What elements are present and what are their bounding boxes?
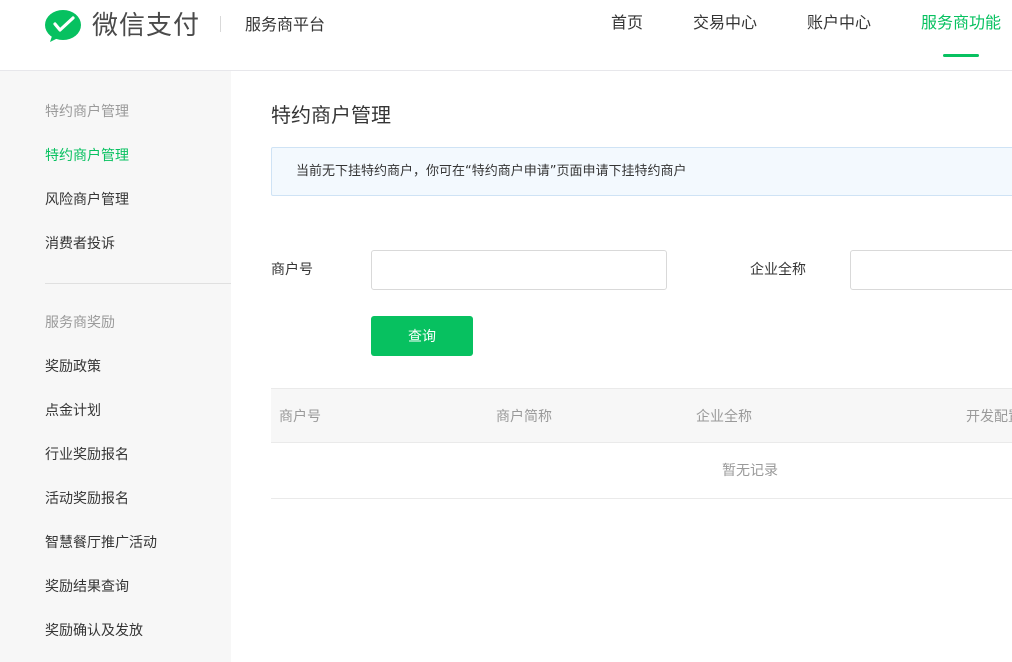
merchant-id-label: 商户号 [271,262,313,278]
top-header: 微信支付 服务商平台 首页 交易中心 账户中心 服务商功能 [0,0,1012,71]
empty-state-text: 暂无记录 [722,463,778,479]
sidebar-divider [45,283,231,284]
info-notice: 当前无下挂特约商户，你可在“特约商户申请”页面申请下挂特约商户 [271,147,1012,196]
column-header-company-name: 企业全称 [696,409,752,425]
column-header-merchant-short-name: 商户简称 [496,409,552,425]
sidebar-item-industry-reward-signup[interactable]: 行业奖励报名 [45,445,129,465]
nav-item-account[interactable]: 账户中心 [807,12,871,34]
sidebar-group-title-rewards: 服务商奖励 [45,315,115,331]
nav-item-home[interactable]: 首页 [611,12,643,34]
top-nav: 首页 交易中心 账户中心 服务商功能 [0,12,1012,57]
nav-item-provider-functions[interactable]: 服务商功能 [921,12,1001,34]
column-header-dev-config: 开发配置 [966,409,1012,425]
main-content: 特约商户管理 当前无下挂特约商户，你可在“特约商户申请”页面申请下挂特约商户 商… [231,71,1012,662]
sidebar-item-reward-results[interactable]: 奖励结果查询 [45,577,129,597]
company-name-input[interactable] [850,250,1012,290]
sidebar-item-risk-merchants[interactable]: 风险商户管理 [45,190,129,210]
merchant-id-input[interactable] [371,250,667,290]
sidebar-item-reward-policy[interactable]: 奖励政策 [45,357,101,377]
column-header-merchant-id: 商户号 [279,409,321,425]
sidebar-item-smart-restaurant[interactable]: 智慧餐厅推广活动 [45,533,157,553]
sidebar-item-activity-reward-signup[interactable]: 活动奖励报名 [45,489,129,509]
company-name-label: 企业全称 [750,262,806,278]
query-button[interactable]: 查询 [371,316,473,356]
notice-text: 当前无下挂特约商户，你可在“特约商户申请”页面申请下挂特约商户 [296,164,687,179]
merchant-table: 商户号 商户简称 企业全称 开发配置 暂无记录 [271,388,1012,499]
sidebar-item-reward-confirm[interactable]: 奖励确认及发放 [45,621,143,641]
sidebar-item-merchant-management[interactable]: 特约商户管理 [45,146,129,166]
table-empty-row: 暂无记录 [271,443,1012,499]
page-title: 特约商户管理 [271,103,391,127]
sidebar-item-gold-plan[interactable]: 点金计划 [45,401,101,421]
nav-item-transactions[interactable]: 交易中心 [693,12,757,34]
sidebar-group-title-merchants: 特约商户管理 [45,104,129,120]
sidebar: 特约商户管理 特约商户管理 风险商户管理 消费者投诉 服务商奖励 奖励政策 点金… [0,71,231,662]
table-header: 商户号 商户简称 企业全称 开发配置 [271,388,1012,443]
nav-active-indicator [943,54,979,57]
sidebar-item-consumer-complaints[interactable]: 消费者投诉 [45,234,115,254]
